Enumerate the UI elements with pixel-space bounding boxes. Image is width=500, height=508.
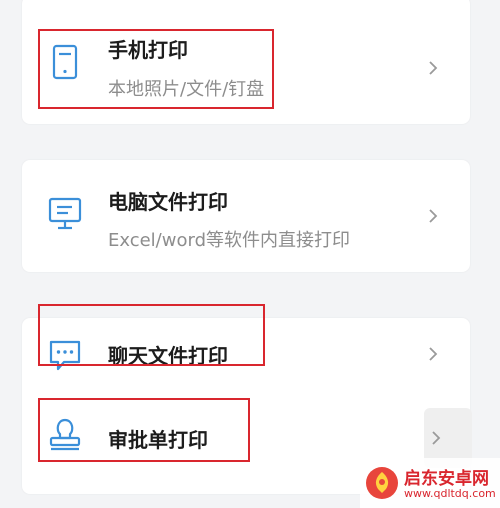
phone-print-card: 手机打印 本地照片/文件/钉盘 xyxy=(22,0,470,124)
item-subtitle: 本地照片/文件/钉盘 xyxy=(108,79,265,100)
chevron-right-icon xyxy=(429,209,438,223)
item-title: 电脑文件打印 xyxy=(108,190,228,214)
watermark-logo-icon xyxy=(366,467,398,499)
item-title: 手机打印 xyxy=(108,38,188,62)
item-subtitle: Excel/word等软件内直接打印 xyxy=(108,230,350,251)
computer-file-print-item[interactable]: 电脑文件打印 Excel/word等软件内直接打印 xyxy=(22,160,470,272)
item-title: 聊天文件打印 xyxy=(108,344,228,368)
phone-print-item[interactable]: 手机打印 本地照片/文件/钉盘 xyxy=(22,0,470,124)
phone-icon xyxy=(52,44,78,80)
stamp-icon xyxy=(49,418,81,451)
computer-print-card: 电脑文件打印 Excel/word等软件内直接打印 xyxy=(22,160,470,272)
watermark: 启东安卓网 www.qdltdq.com xyxy=(360,458,500,508)
chevron-right-icon xyxy=(429,61,438,75)
chevron-right-icon xyxy=(429,347,438,361)
chat-file-print-item[interactable]: 聊天文件打印 xyxy=(22,318,470,398)
chat-bubble-icon xyxy=(49,340,81,371)
chevron-right-icon xyxy=(432,431,441,445)
watermark-name: 启东安卓网 xyxy=(404,469,489,489)
watermark-url: www.qdltdq.com xyxy=(404,487,496,500)
item-title: 审批单打印 xyxy=(108,428,208,452)
monitor-icon xyxy=(48,197,82,230)
